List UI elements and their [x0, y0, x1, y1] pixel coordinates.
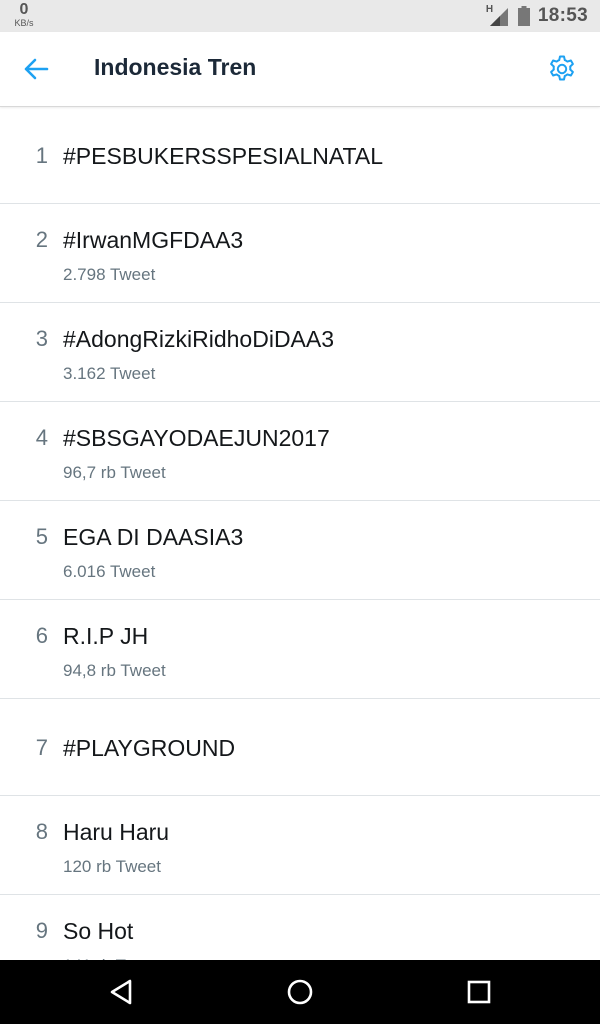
network-speed-value: 0 — [10, 2, 38, 18]
trend-row[interactable]: 5 EGA DI DAASIA3 6.016 Tweet — [0, 501, 600, 600]
gear-icon — [547, 54, 577, 84]
nav-back-button[interactable] — [101, 972, 141, 1012]
trend-name: #SBSGAYODAEJUN2017 — [63, 425, 330, 452]
trends-list: 1 #PESBUKERSSPESIALNATAL 2 #IrwanMGFDAA3… — [0, 107, 600, 994]
trend-rank: 2 — [0, 227, 48, 253]
nav-home-button[interactable] — [280, 972, 320, 1012]
trend-row[interactable]: 7 #PLAYGROUND — [0, 699, 600, 796]
trend-name: Haru Haru — [63, 819, 169, 846]
trend-name: #AdongRizkiRidhoDiDAA3 — [63, 326, 334, 353]
trend-rank: 1 — [0, 143, 48, 169]
app-header: Indonesia Tren — [0, 32, 600, 107]
navigation-bar — [0, 960, 600, 1024]
network-type-label: H — [486, 4, 493, 15]
status-time: 18:53 — [538, 5, 588, 27]
trend-row[interactable]: 8 Haru Haru 120 rb Tweet — [0, 796, 600, 895]
trend-tweet-count: 94,8 rb Tweet — [63, 661, 166, 681]
trend-row[interactable]: 1 #PESBUKERSSPESIALNATAL — [0, 107, 600, 204]
trend-row[interactable]: 6 R.I.P JH 94,8 rb Tweet — [0, 600, 600, 699]
square-recents-icon — [466, 979, 492, 1005]
trend-rank: 4 — [0, 425, 48, 451]
trend-tweet-count: 120 rb Tweet — [63, 857, 161, 877]
trend-rank: 6 — [0, 623, 48, 649]
trend-rank: 8 — [0, 819, 48, 845]
trend-name: So Hot — [63, 918, 133, 945]
trend-rank: 5 — [0, 524, 48, 550]
status-bar: 0 KB/s H 18:53 — [0, 0, 600, 32]
trend-name: #PLAYGROUND — [63, 735, 235, 762]
trend-name: EGA DI DAASIA3 — [63, 524, 243, 551]
trend-rank: 7 — [0, 735, 48, 761]
battery-icon — [518, 6, 530, 26]
circle-home-icon — [286, 978, 314, 1006]
screen: 0 KB/s H 18:53 — [0, 0, 600, 1024]
trend-name: #PESBUKERSSPESIALNATAL — [63, 143, 383, 170]
page-title: Indonesia Tren — [94, 54, 256, 81]
triangle-back-icon — [108, 978, 134, 1006]
trend-rank: 9 — [0, 918, 48, 944]
trend-row[interactable]: 3 #AdongRizkiRidhoDiDAA3 3.162 Tweet — [0, 303, 600, 402]
arrow-left-icon — [23, 58, 49, 80]
trend-name: #IrwanMGFDAA3 — [63, 227, 243, 254]
trend-row[interactable]: 4 #SBSGAYODAEJUN2017 96,7 rb Tweet — [0, 402, 600, 501]
status-icons: H 18:53 — [486, 0, 588, 32]
signal-icon: H — [486, 6, 510, 26]
back-button[interactable] — [18, 51, 54, 87]
trend-tweet-count: 96,7 rb Tweet — [63, 463, 166, 483]
nav-recents-button[interactable] — [459, 972, 499, 1012]
trend-tweet-count: 6.016 Tweet — [63, 562, 155, 582]
network-speed-unit: KB/s — [10, 19, 38, 28]
settings-button[interactable] — [544, 51, 580, 87]
trend-row[interactable]: 2 #IrwanMGFDAA3 2.798 Tweet — [0, 204, 600, 303]
network-speed-indicator: 0 KB/s — [10, 2, 38, 28]
trend-tweet-count: 2.798 Tweet — [63, 265, 155, 285]
trend-tweet-count: 3.162 Tweet — [63, 364, 155, 384]
trend-rank: 3 — [0, 326, 48, 352]
trend-name: R.I.P JH — [63, 623, 148, 650]
